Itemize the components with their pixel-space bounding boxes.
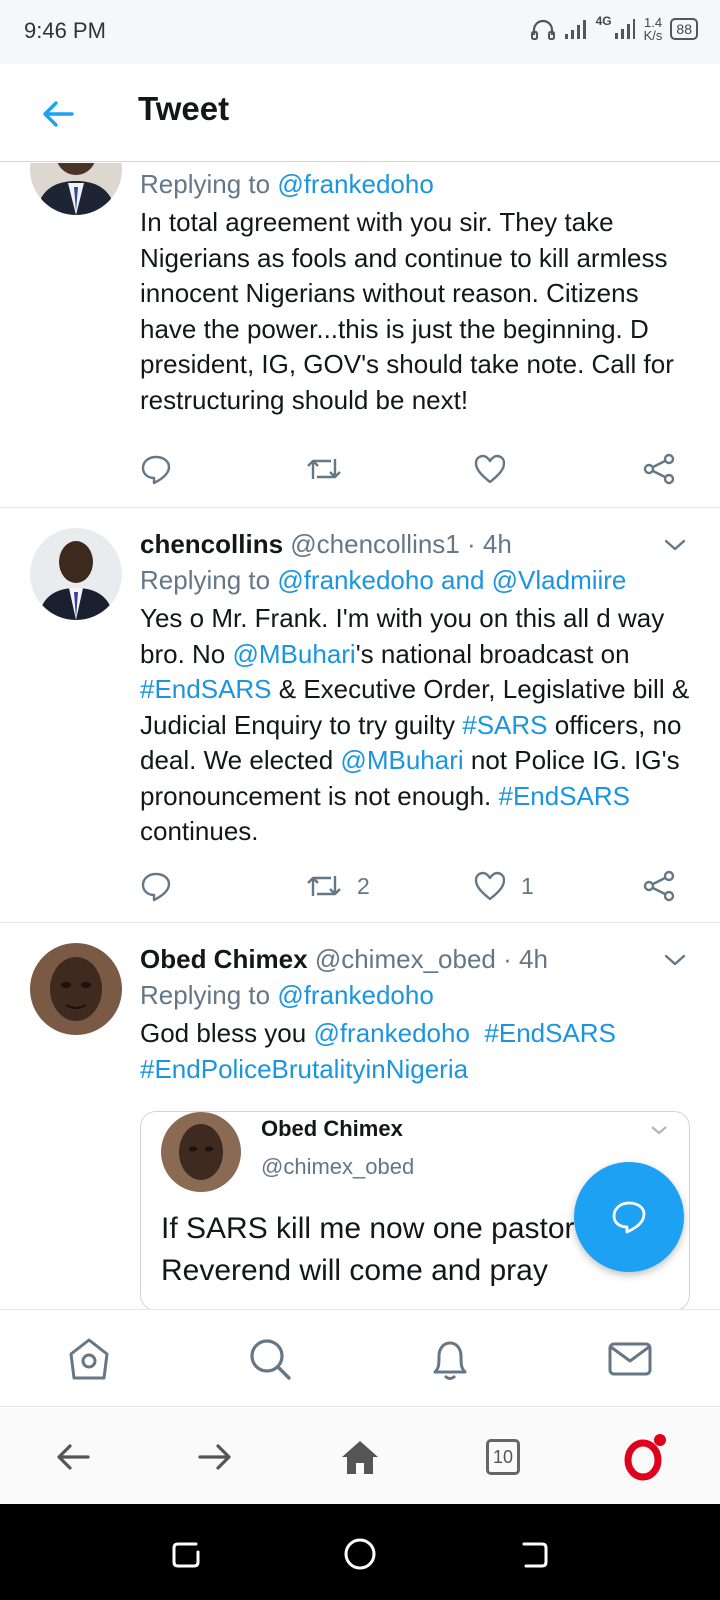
heart-icon xyxy=(474,871,506,901)
text-segment: God bless you xyxy=(140,1018,314,1048)
text-segment xyxy=(616,1018,623,1048)
notifications-icon[interactable] xyxy=(425,1334,475,1384)
mention-link[interactable]: @MBuhari xyxy=(233,639,356,669)
text-segment: 's national broadcast on xyxy=(355,638,630,669)
quoted-author-handle: @chimex_obed xyxy=(261,1154,415,1179)
tweet-list[interactable]: Replying to @frankedoho In total agreeme… xyxy=(0,163,720,1309)
reply-icon xyxy=(141,872,171,902)
tweet-text: God bless you @frankedoho #EndSARS #EndP… xyxy=(140,1016,690,1087)
headphones-icon xyxy=(530,19,555,40)
browser-back-icon[interactable] xyxy=(48,1432,98,1482)
retweet-count: 2 xyxy=(357,872,370,899)
share-button[interactable] xyxy=(642,866,676,906)
tweet-actions: 2 1 xyxy=(140,866,690,906)
page-title: Tweet xyxy=(138,90,230,127)
text-segment: continues. xyxy=(140,816,259,846)
network-type: 4G xyxy=(595,14,612,28)
like-button[interactable] xyxy=(473,449,507,489)
share-icon xyxy=(643,453,675,485)
chevron-down-icon[interactable] xyxy=(660,530,690,560)
home-circle-icon[interactable] xyxy=(342,1536,378,1572)
hashtag-link[interactable]: #EndSARS xyxy=(498,781,630,811)
reply-mention-link[interactable]: @frankedoho xyxy=(277,169,434,199)
tweet-header: Obed Chimex @chimex_obed · 4h xyxy=(140,941,690,977)
tweet-time: · 4h xyxy=(467,529,512,559)
nav-back-icon[interactable] xyxy=(516,1536,552,1572)
tweet[interactable]: Replying to @frankedoho In total agreeme… xyxy=(0,163,720,508)
avatar[interactable] xyxy=(30,528,122,620)
retweet-button[interactable] xyxy=(305,449,343,489)
retweet-button[interactable]: 2 xyxy=(305,866,370,906)
top-bar: Tweet xyxy=(0,64,720,162)
replying-to: Replying to @frankedoho xyxy=(140,166,690,202)
tweet-text: Yes o Mr. Frank. I'm with you on this al… xyxy=(140,601,690,850)
avatar[interactable] xyxy=(30,943,122,1035)
reply-prefix: Replying to xyxy=(140,169,278,199)
back-arrow-icon[interactable] xyxy=(38,94,78,134)
status-bar: 9:46 PM 4G 1.4 K/s 88 xyxy=(0,0,720,64)
reply-prefix: Replying to xyxy=(140,565,278,595)
tweet-header: chencollins @chencollins1 · 4h xyxy=(140,526,690,562)
tweet-actions xyxy=(140,449,690,489)
author-name[interactable]: Obed Chimex xyxy=(140,944,308,974)
share-icon xyxy=(643,870,675,902)
reply-icon xyxy=(141,455,171,485)
author-name[interactable]: chencollins xyxy=(140,529,283,559)
hashtag-link[interactable]: #EndPoliceBrutalityinNigeria xyxy=(140,1054,468,1084)
retweet-icon xyxy=(307,459,341,479)
signal-icon xyxy=(564,20,586,39)
replying-to: Replying to @frankedoho and @Vladmiire xyxy=(140,562,690,598)
text-segment xyxy=(470,1018,484,1048)
tweet-text: In total agreement with you sir. They ta… xyxy=(140,207,674,415)
bottom-tab-bar xyxy=(0,1309,720,1407)
status-time: 9:46 PM xyxy=(24,18,106,43)
compose-reply-button[interactable] xyxy=(574,1162,684,1272)
signal-4g-icon xyxy=(614,19,635,39)
author-handle[interactable]: @chimex_obed xyxy=(315,944,496,974)
tabs-button[interactable]: 10 xyxy=(478,1432,528,1482)
mention-link[interactable]: @MBuhari xyxy=(340,745,463,775)
system-nav-bar xyxy=(0,1504,720,1600)
tweet-time: · 4h xyxy=(503,944,548,974)
browser-toolbar: 10 xyxy=(0,1408,720,1504)
mention-link[interactable]: @frankedoho xyxy=(313,1018,470,1048)
reply-bubble-icon xyxy=(612,1201,646,1234)
reply-mention-link[interactable]: @frankedoho and @Vladmiire xyxy=(277,565,626,595)
reply-button[interactable] xyxy=(140,449,172,489)
heart-icon xyxy=(474,454,506,484)
recents-icon[interactable] xyxy=(168,1536,204,1572)
reply-prefix: Replying to xyxy=(140,980,278,1010)
search-icon[interactable] xyxy=(245,1334,295,1384)
hashtag-link[interactable]: #EndSARS xyxy=(484,1018,616,1048)
like-button[interactable]: 1 xyxy=(473,866,534,906)
hashtag-link[interactable]: #SARS xyxy=(462,710,547,740)
opera-logo-icon xyxy=(624,1434,666,1481)
messages-icon[interactable] xyxy=(605,1334,655,1384)
reply-mention-link[interactable]: @frankedoho xyxy=(277,980,434,1010)
chevron-down-icon[interactable] xyxy=(660,945,690,975)
reply-button[interactable] xyxy=(140,866,172,906)
like-count: 1 xyxy=(521,872,534,899)
home-icon[interactable] xyxy=(64,1334,114,1384)
browser-home-icon[interactable] xyxy=(335,1432,385,1482)
author-handle[interactable]: @chencollins1 xyxy=(290,529,459,559)
browser-forward-icon[interactable] xyxy=(190,1432,240,1482)
battery-indicator: 88 xyxy=(670,18,698,40)
network-speed: 1.4 K/s xyxy=(644,16,663,42)
speed-unit: K/s xyxy=(643,28,663,43)
quoted-author-name: Obed Chimex xyxy=(261,1116,403,1141)
retweet-icon xyxy=(307,876,341,896)
chevron-down-icon[interactable] xyxy=(647,1118,671,1142)
avatar[interactable] xyxy=(30,163,122,215)
hashtag-link[interactable]: #EndSARS xyxy=(140,674,272,704)
status-icons: 4G 1.4 K/s 88 xyxy=(530,14,698,42)
replying-to: Replying to @frankedoho xyxy=(140,977,690,1013)
share-button[interactable] xyxy=(642,449,676,489)
quoted-avatar xyxy=(161,1112,241,1192)
tab-count: 10 xyxy=(486,1439,520,1475)
opera-menu-button[interactable] xyxy=(620,1432,670,1482)
tweet[interactable]: chencollins @chencollins1 · 4h Replying … xyxy=(0,508,720,923)
